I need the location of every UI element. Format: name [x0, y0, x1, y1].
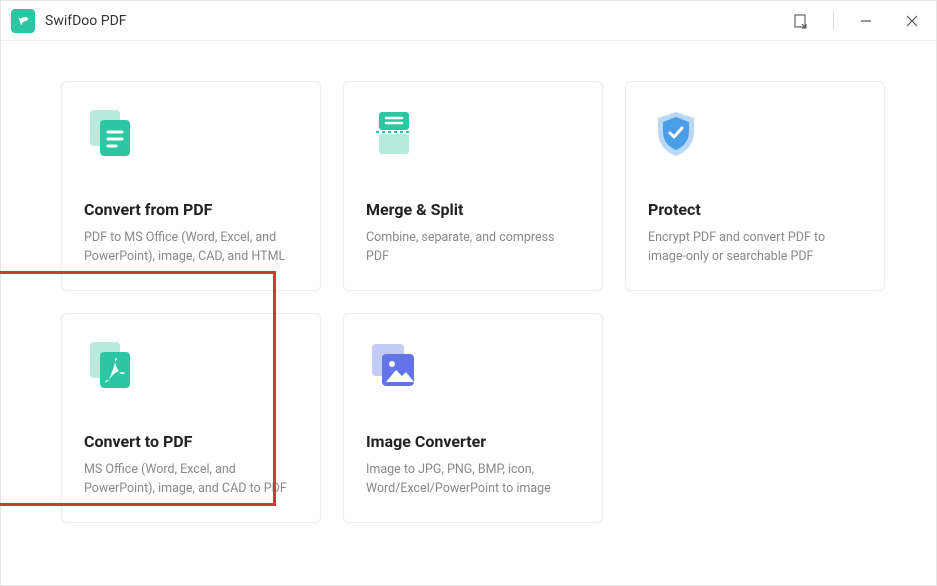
card-title: Convert from PDF [84, 200, 298, 219]
close-button[interactable] [898, 7, 926, 35]
titlebar: SwifDoo PDF [1, 1, 936, 41]
card-image-converter[interactable]: Image Converter Image to JPG, PNG, BMP, … [343, 313, 603, 523]
card-desc: Encrypt PDF and convert PDF to image-onl… [648, 229, 862, 267]
card-grid: Convert from PDF PDF to MS Office (Word,… [61, 81, 876, 523]
card-desc: MS Office (Word, Excel, and PowerPoint),… [84, 461, 298, 499]
divider [833, 12, 834, 30]
app-logo-icon [11, 9, 35, 33]
card-desc: Combine, separate, and compress PDF [366, 229, 580, 267]
card-protect[interactable]: Protect Encrypt PDF and convert PDF to i… [625, 81, 885, 291]
main-content: Convert from PDF PDF to MS Office (Word,… [1, 41, 936, 553]
card-desc: Image to JPG, PNG, BMP, icon, Word/Excel… [366, 461, 580, 499]
protect-shield-icon [648, 106, 704, 162]
window-controls [787, 7, 926, 35]
card-merge-split[interactable]: Merge & Split Combine, separate, and com… [343, 81, 603, 291]
minimize-button[interactable] [852, 7, 880, 35]
card-convert-from-pdf[interactable]: Convert from PDF PDF to MS Office (Word,… [61, 81, 321, 291]
app-title: SwifDoo PDF [45, 13, 787, 29]
card-desc: PDF to MS Office (Word, Excel, and Power… [84, 229, 298, 267]
convert-to-pdf-icon [84, 338, 140, 394]
card-title: Protect [648, 200, 862, 219]
card-title: Merge & Split [366, 200, 580, 219]
card-convert-to-pdf[interactable]: Convert to PDF MS Office (Word, Excel, a… [61, 313, 321, 523]
image-converter-icon [366, 338, 422, 394]
card-title: Image Converter [366, 432, 580, 451]
merge-split-icon [366, 106, 422, 162]
convert-from-pdf-icon [84, 106, 140, 162]
card-title: Convert to PDF [84, 432, 298, 451]
open-file-icon[interactable] [787, 7, 815, 35]
